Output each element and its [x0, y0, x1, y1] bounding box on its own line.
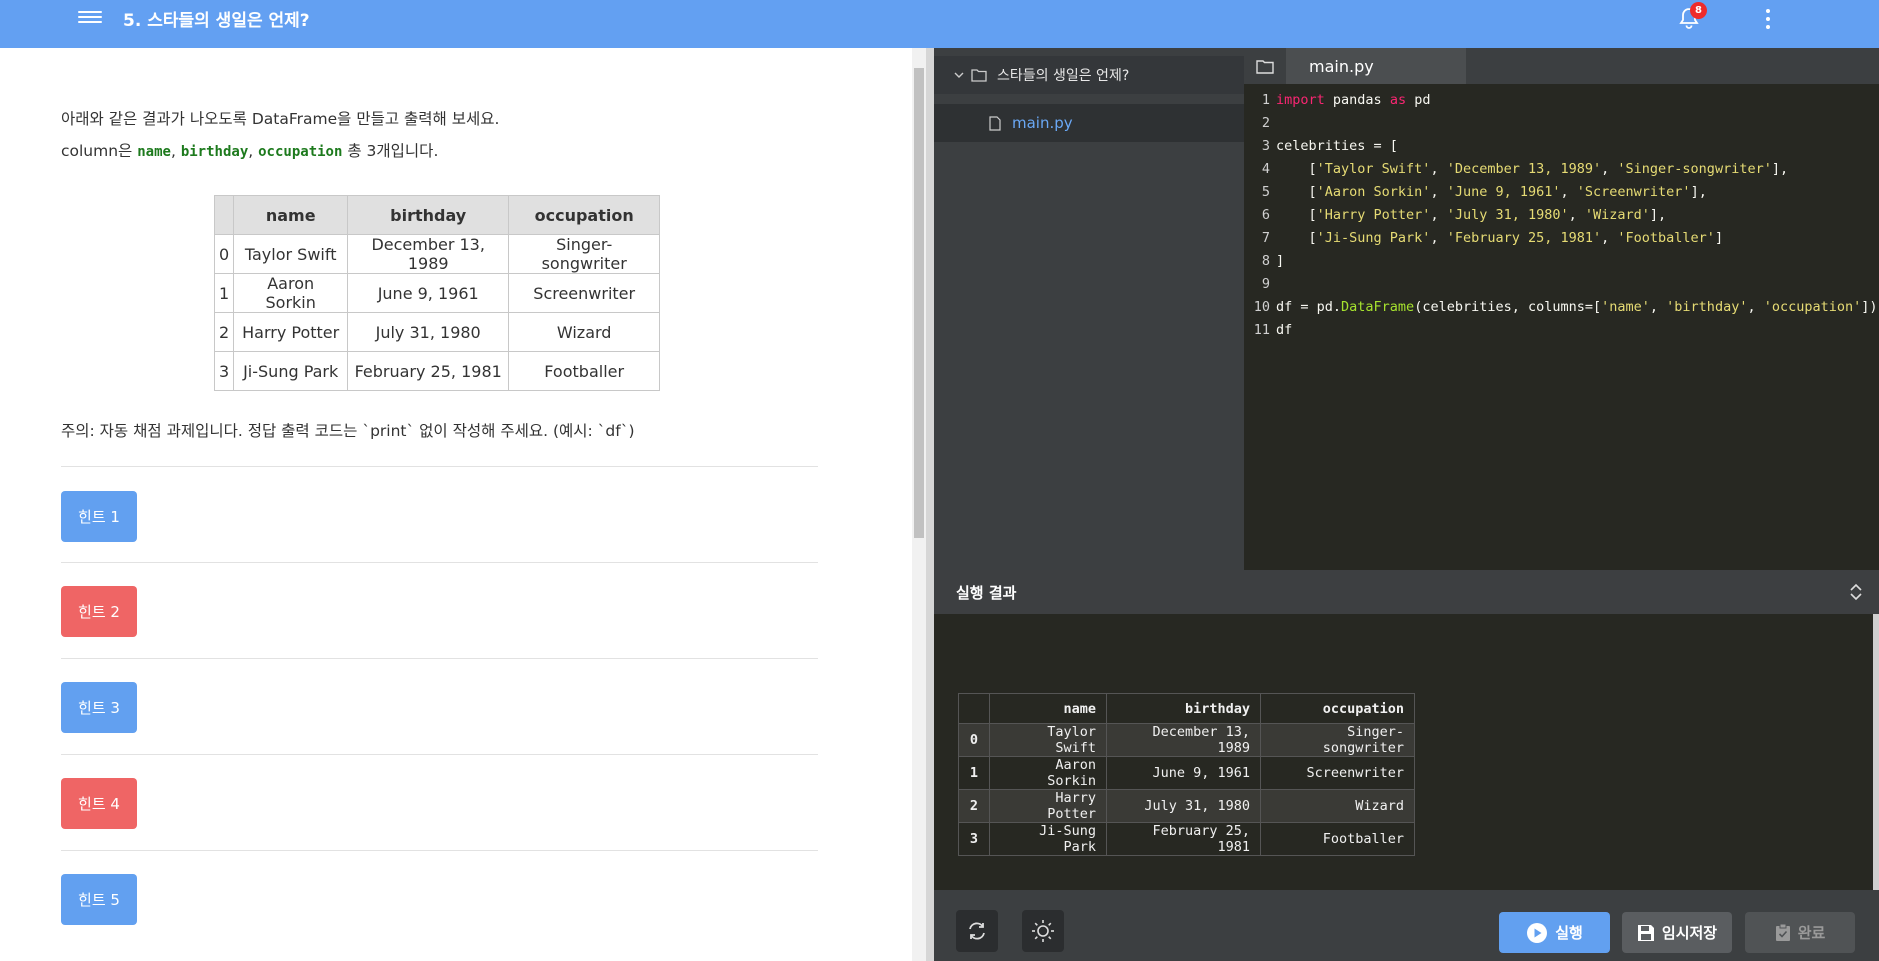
hint-3-button[interactable]: 힌트 3 [61, 682, 137, 733]
footer-toolbar: 실행 임시저장 완료 [934, 890, 1879, 961]
output-title: 실행 결과 [956, 583, 1017, 602]
table-row: 0 Taylor Swift December 13, 1989 Singer-… [213, 234, 661, 274]
divider [61, 562, 818, 563]
clipboard-check-icon [1775, 923, 1790, 941]
output-panel: name birthday occupation 0 Taylor Swift … [934, 614, 1873, 890]
table-row: 0 Taylor Swift December 13, 1989 Singer-… [958, 723, 1415, 757]
folder-icon [971, 69, 987, 82]
hint-4-button[interactable]: 힌트 4 [61, 778, 137, 829]
panel-splitter[interactable] [926, 48, 934, 961]
hint-1-button[interactable]: 힌트 1 [61, 491, 137, 542]
play-icon [1527, 922, 1548, 943]
run-button[interactable]: 실행 [1499, 912, 1610, 953]
col-birthday: birthday [180, 144, 249, 160]
table-row: 1 Aaron Sorkin June 9, 1961 Screenwriter [213, 273, 661, 313]
file-tree: 스타들의 생일은 언제? main.py [934, 48, 1244, 570]
hint-5-button[interactable]: 힌트 5 [61, 874, 137, 925]
notification-badge: 8 [1690, 2, 1707, 19]
hamburger-menu-icon[interactable] [78, 8, 102, 28]
chevron-down-icon [954, 72, 964, 78]
grading-note: 주의: 자동 채점 과제입니다. 정답 출력 코드는 `print` 없이 작성… [61, 422, 635, 440]
page-title: 5. 스타들의 생일은 언제? [123, 11, 310, 31]
code-editor[interactable]: 1 import pandas as pd 2 3 celebrities = [ … [1244, 84, 1879, 570]
reset-button[interactable] [956, 910, 998, 952]
more-options-icon[interactable] [1760, 8, 1776, 30]
sun-icon [1032, 920, 1054, 942]
tree-folder[interactable]: 스타들의 생일은 언제? [934, 56, 1244, 94]
col-name: name [137, 144, 171, 160]
submit-button[interactable]: 완료 [1745, 912, 1855, 953]
file-label: main.py [1012, 114, 1073, 132]
hint-2-button[interactable]: 힌트 2 [61, 586, 137, 637]
divider [61, 754, 818, 755]
top-header: 5. 스타들의 생일은 언제? 8 [0, 0, 1879, 48]
table-row: 2 Harry Potter July 31, 1980 Wizard [958, 789, 1415, 823]
left-scrollbar-thumb[interactable] [914, 68, 924, 538]
divider [61, 658, 818, 659]
table-row: 3 Ji-Sung Park February 25, 1981 Footbal… [213, 351, 661, 391]
output-dataframe-table: name birthday occupation 0 Taylor Swift … [958, 693, 1415, 856]
toggle-tree-button[interactable] [1244, 48, 1286, 84]
tree-file-main-py[interactable]: main.py [934, 104, 1244, 142]
divider [61, 466, 818, 467]
expected-result-table: name birthday occupation 0 Taylor Swift … [213, 195, 661, 391]
tab-main-py[interactable]: main.py [1286, 48, 1466, 84]
expand-collapse-icon[interactable] [1847, 582, 1865, 602]
divider [61, 850, 818, 851]
theme-toggle-button[interactable] [1022, 910, 1064, 952]
problem-panel: 아래와 같은 결과가 나오도록 DataFrame을 만들고 출력해 보세요. … [0, 48, 912, 961]
save-draft-button[interactable]: 임시저장 [1622, 912, 1732, 953]
instruction-line-1: 아래와 같은 결과가 나오도록 DataFrame을 만들고 출력해 보세요. [61, 110, 500, 128]
output-header: 실행 결과 [934, 570, 1879, 614]
output-scrollbar[interactable] [1873, 614, 1879, 890]
table-row: 3 Ji-Sung Park February 25, 1981 Footbal… [958, 822, 1415, 856]
folder-icon [1256, 59, 1274, 74]
editor-tab-bar: main.py [1244, 48, 1879, 84]
table-row: 2 Harry Potter July 31, 1980 Wizard [213, 312, 661, 352]
file-icon [989, 115, 1001, 131]
instruction-line-2: column은 name, birthday, occupation 총 3개입… [61, 142, 439, 160]
folder-label: 스타들의 생일은 언제? [997, 68, 1130, 84]
table-row: 1 Aaron Sorkin June 9, 1961 Screenwriter [958, 756, 1415, 790]
col-occupation: occupation [258, 144, 343, 160]
refresh-icon [969, 922, 985, 940]
save-icon [1637, 924, 1654, 941]
